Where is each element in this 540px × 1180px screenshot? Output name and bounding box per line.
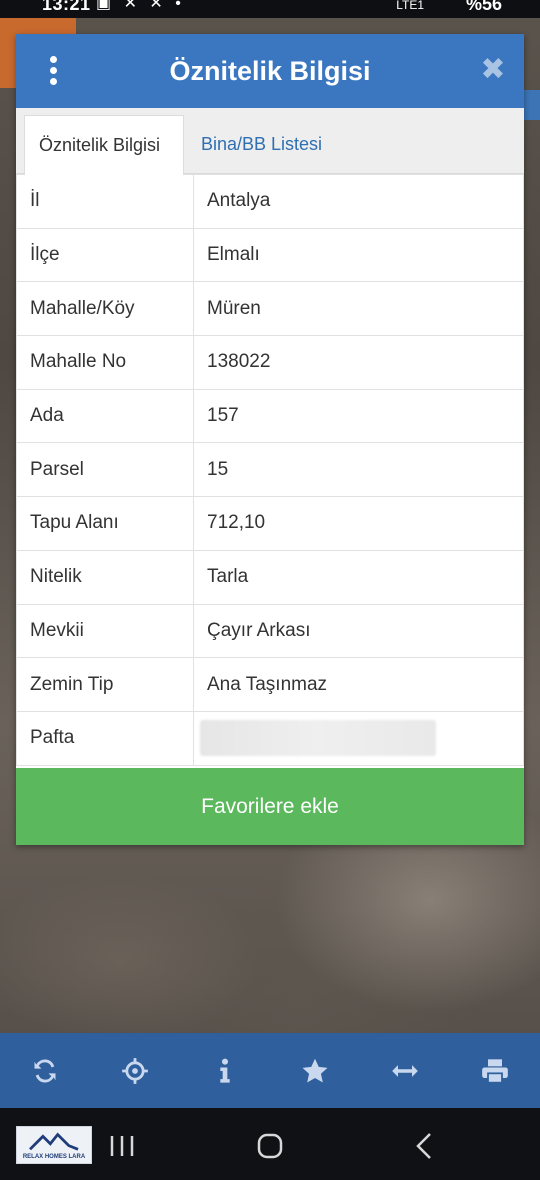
table-row: Mahalle/Köy Müren [16, 281, 524, 337]
logo-text: RELAX HOMES LARA [22, 1154, 86, 1160]
attribute-value-redacted [193, 710, 524, 766]
tab-attribute-info[interactable]: Öznitelik Bilgisi [24, 115, 184, 175]
attribute-value: 138022 [193, 335, 524, 390]
add-favorite-button[interactable]: Favorilere ekle [16, 768, 524, 845]
attribute-label: Mahalle/Köy [16, 281, 194, 337]
recent-apps-icon[interactable] [102, 1126, 142, 1166]
redacted-value [200, 720, 436, 757]
attribute-label: Parsel [16, 442, 194, 498]
bottom-toolbar [0, 1033, 540, 1108]
attribute-value: 157 [193, 388, 524, 444]
watermark-logo: RELAX HOMES LARA [16, 1126, 92, 1164]
status-bar: 13:21 ▣ ✕ ✕ • LTE1 %56 [0, 0, 540, 18]
table-row: Tapu Alanı 712,10 [16, 496, 524, 551]
table-row: İl Antalya [16, 174, 524, 229]
dialog-header: Öznitelik Bilgisi ✖ [16, 34, 524, 108]
measure-icon[interactable] [385, 1051, 425, 1091]
tab-building-list[interactable]: Bina/BB Listesi [187, 115, 336, 175]
back-icon[interactable] [405, 1126, 445, 1166]
attribute-value: Tarla [193, 549, 524, 605]
notification-icons: ▣ ✕ ✕ • [96, 0, 185, 12]
attribute-table: İl Antalya İlçe Elmalı Mahalle/Köy Müren Mahal… [16, 174, 524, 766]
table-row: Zemin Tip Ana Taşınmaz [16, 657, 524, 712]
table-row: Nitelik Tarla [16, 549, 524, 605]
dialog-title: Öznitelik Bilgisi [169, 56, 371, 86]
attribute-value: Müren [193, 281, 524, 337]
close-icon[interactable]: ✖ [480, 52, 506, 88]
table-row: İlçe Elmalı [16, 227, 524, 283]
print-icon[interactable] [475, 1051, 515, 1091]
attribute-value: Antalya [193, 174, 524, 229]
tab-bar: Öznitelik Bilgisi Bina/BB Listesi [16, 108, 524, 175]
attribute-label: Mevkii [16, 603, 194, 659]
table-row: Mahalle No 138022 [16, 335, 524, 390]
status-time: 13:21 [42, 0, 91, 14]
attribute-label: Pafta [16, 710, 194, 766]
home-icon[interactable] [250, 1126, 290, 1166]
attribute-value: Çayır Arkası [193, 603, 524, 659]
attribute-label: İlçe [16, 227, 194, 283]
attribute-label: Ada [16, 388, 194, 444]
network-indicator: LTE1 [396, 0, 424, 12]
system-nav-bar: RELAX HOMES LARA [0, 1108, 540, 1180]
attribute-value: Elmalı [193, 227, 524, 283]
table-row: Mevkii Çayır Arkası [16, 603, 524, 659]
attribute-value: Ana Taşınmaz [193, 657, 524, 712]
table-row: Parsel 15 [16, 442, 524, 498]
attribute-label: Nitelik [16, 549, 194, 605]
info-icon[interactable] [205, 1051, 245, 1091]
attribute-value: 15 [193, 442, 524, 498]
attribute-label: Mahalle No [16, 335, 194, 390]
star-icon[interactable] [295, 1051, 335, 1091]
attribute-value: 712,10 [193, 496, 524, 551]
refresh-icon[interactable] [25, 1051, 65, 1091]
table-row: Pafta [16, 710, 524, 766]
attribute-label: İl [16, 174, 194, 229]
attribute-label: Tapu Alanı [16, 496, 194, 551]
battery-level: %56 [465, 0, 502, 14]
attribute-dialog: Öznitelik Bilgisi ✖ Öznitelik Bilgisi Bi… [16, 34, 524, 845]
attribute-label: Zemin Tip [16, 657, 194, 712]
table-row: Ada 157 [16, 388, 524, 444]
locate-icon[interactable] [115, 1051, 155, 1091]
